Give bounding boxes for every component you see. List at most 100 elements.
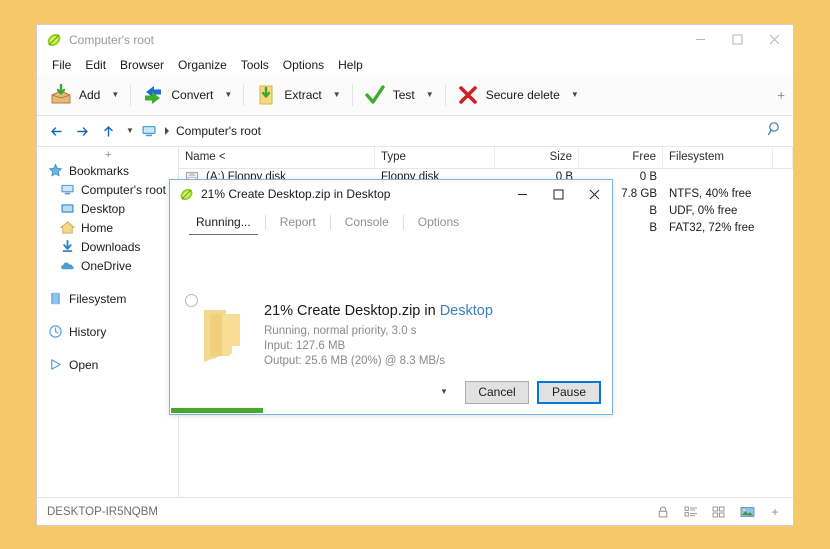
column-header-type[interactable]: Type	[375, 147, 495, 168]
star-icon	[47, 163, 63, 179]
dialog-minimize-icon[interactable]	[504, 180, 540, 208]
cell-filesystem: FAT32, 72% free	[669, 222, 755, 234]
address-history-caret[interactable]: ▼	[121, 118, 139, 144]
sidebar-item-bookmarks[interactable]: Bookmarks	[37, 161, 178, 180]
secure-delete-button-label: Secure delete	[485, 88, 560, 102]
extract-button[interactable]: Extract	[248, 77, 327, 113]
status-bar: DESKTOP-IR5NQBM +	[37, 497, 793, 525]
close-icon[interactable]	[756, 25, 793, 54]
sidebar-item-home[interactable]: Home	[37, 218, 178, 237]
toolbar-group-secure-delete: Secure delete ▼	[450, 75, 586, 115]
sidebar-item-desktop[interactable]: Desktop	[37, 199, 178, 218]
sidebar-item-onedrive[interactable]: OneDrive	[37, 256, 178, 275]
extract-button-label: Extract	[284, 88, 322, 102]
progress-dialog: 21% Create Desktop.zip in Desktop Runnin…	[169, 179, 613, 415]
column-header-name[interactable]: Name <	[179, 147, 375, 168]
status-bar-icons: +	[655, 504, 783, 520]
add-icon[interactable]: +	[767, 504, 783, 520]
tab-report[interactable]: Report	[266, 211, 330, 233]
breadcrumb-path: Computer's root	[176, 124, 261, 138]
toolbar-separator	[130, 84, 132, 106]
add-dropdown-caret[interactable]: ▼	[106, 77, 124, 113]
menubar: File Edit Browser Organize Tools Options…	[37, 54, 793, 75]
toolbar-group-convert: Convert ▼	[135, 75, 239, 115]
menu-item-organize[interactable]: Organize	[171, 56, 234, 74]
sidebar-label-onedrive: OneDrive	[81, 258, 132, 273]
menu-item-options[interactable]: Options	[276, 56, 331, 74]
test-button[interactable]: Test	[357, 77, 421, 113]
sidebar-label-downloads: Downloads	[81, 239, 141, 254]
add-button[interactable]: Add	[43, 77, 106, 113]
cloud-icon	[59, 258, 75, 274]
dialog-window-controls	[504, 180, 612, 208]
sidebar-item-filesystem[interactable]: Filesystem	[37, 289, 178, 308]
menu-item-file[interactable]: File	[45, 56, 78, 74]
back-arrow-icon[interactable]	[43, 118, 69, 144]
sidebar-label-bookmarks: Bookmarks	[69, 163, 130, 178]
peazip-icon	[46, 32, 62, 48]
sidebar-label-home: Home	[81, 220, 114, 235]
pause-button[interactable]: Pause	[537, 380, 601, 404]
convert-dropdown-caret[interactable]: ▼	[219, 77, 237, 113]
sidebar-item-open[interactable]: Open	[37, 355, 178, 374]
tab-options[interactable]: Options	[404, 211, 473, 233]
dialog-body: 21% Create Desktop.zip in Desktop Runnin…	[170, 236, 612, 370]
menu-item-help[interactable]: Help	[331, 56, 370, 74]
task-headline: 21% Create Desktop.zip in Desktop	[264, 303, 602, 319]
sidebar-add-button[interactable]: +	[105, 149, 111, 161]
menu-item-edit[interactable]: Edit	[78, 56, 113, 74]
sidebar-item-history[interactable]: History	[37, 322, 178, 341]
list-view-icon[interactable]	[683, 504, 699, 520]
details-view-icon[interactable]	[711, 504, 727, 520]
menu-item-tools[interactable]: Tools	[234, 56, 276, 74]
thumbnail-view-icon[interactable]	[739, 504, 755, 520]
footer-dropdown-caret[interactable]: ▼	[435, 382, 453, 402]
chevron-right-icon	[160, 126, 174, 136]
cell-filesystem	[663, 169, 773, 186]
secure-delete-dropdown-caret[interactable]: ▼	[566, 77, 584, 113]
dialog-titlebar[interactable]: 21% Create Desktop.zip in Desktop	[170, 180, 612, 208]
sidebar-label-filesystem: Filesystem	[69, 291, 127, 306]
cancel-button[interactable]: Cancel	[465, 380, 529, 404]
up-arrow-icon[interactable]	[95, 118, 121, 144]
secure-delete-button[interactable]: Secure delete	[450, 77, 566, 113]
window-titlebar[interactable]: Computer's root	[37, 25, 793, 54]
breadcrumb[interactable]: Computer's root	[141, 120, 261, 142]
task-status-line: Running, normal priority, 3.0 s	[264, 325, 417, 337]
test-dropdown-caret[interactable]: ▼	[421, 77, 439, 113]
dialog-maximize-icon[interactable]	[540, 180, 576, 208]
column-header-filesystem[interactable]: Filesystem	[663, 147, 773, 168]
computer-icon	[141, 123, 157, 139]
convert-button[interactable]: Convert	[135, 77, 219, 113]
convert-button-label: Convert	[171, 88, 214, 102]
tab-console[interactable]: Console	[331, 211, 403, 233]
sidebar: + Bookmarks Computer's root Desktop Home…	[37, 147, 179, 497]
minimize-icon[interactable]	[682, 25, 719, 54]
sidebar-item-downloads[interactable]: Downloads	[37, 237, 178, 256]
file-list-header: Name < Type Size Free Filesystem	[179, 147, 793, 169]
status-bar-text: DESKTOP-IR5NQBM	[47, 505, 158, 518]
toolbar: Add ▼ Convert ▼ Extract ▼ Test ▼ Secure …	[37, 75, 793, 116]
add-archive-icon	[49, 83, 73, 107]
convert-icon	[141, 83, 165, 107]
tab-running[interactable]: Running...	[182, 211, 265, 235]
maximize-icon[interactable]	[719, 25, 756, 54]
forward-arrow-icon[interactable]	[69, 118, 95, 144]
sidebar-item-computers-root[interactable]: Computer's root	[37, 180, 178, 199]
search-icon[interactable]	[767, 121, 783, 142]
dialog-title: 21% Create Desktop.zip in Desktop	[201, 187, 391, 201]
column-header-size[interactable]: Size	[495, 147, 579, 168]
desktop-icon	[59, 201, 75, 217]
task-headline-target: Desktop	[439, 303, 493, 319]
lock-icon[interactable]	[655, 504, 671, 520]
menu-item-browser[interactable]: Browser	[113, 56, 171, 74]
sidebar-label-computers-root: Computer's root	[81, 182, 166, 197]
download-icon	[59, 239, 75, 255]
toolbar-overflow-button[interactable]: +	[777, 88, 785, 103]
dialog-close-icon[interactable]	[576, 180, 612, 208]
extract-dropdown-caret[interactable]: ▼	[328, 77, 346, 113]
column-header-free[interactable]: Free	[579, 147, 663, 168]
